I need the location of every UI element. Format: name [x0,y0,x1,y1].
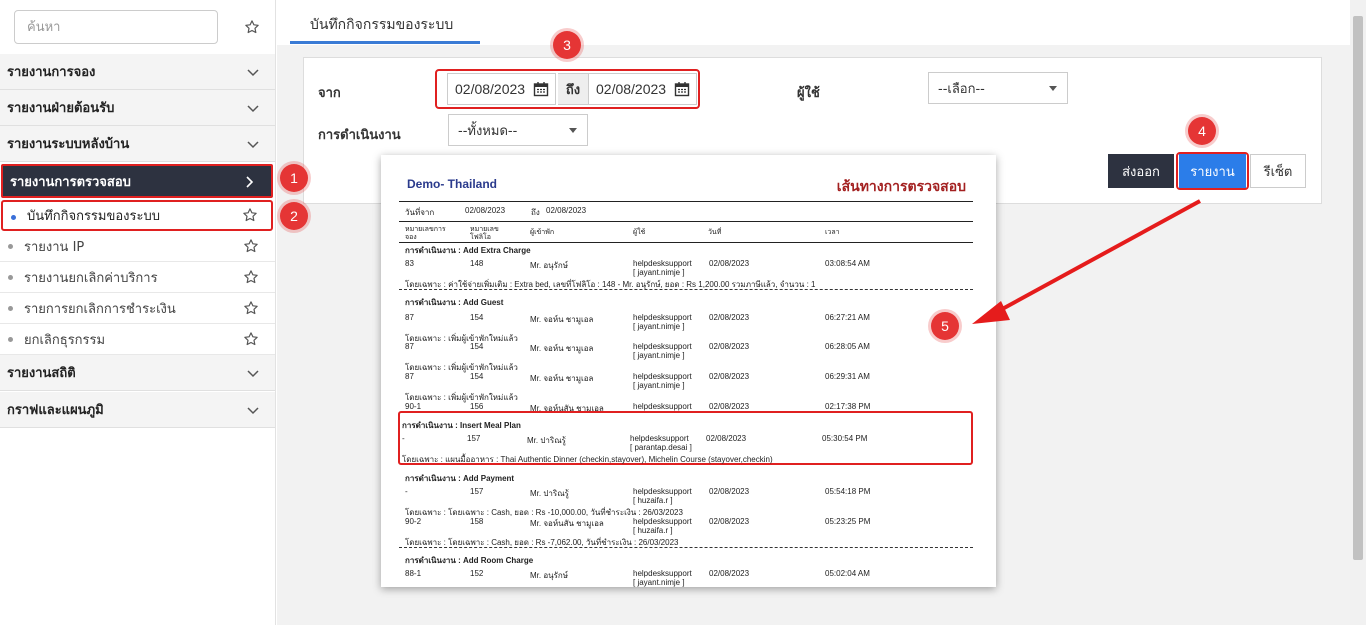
step-badge-3: 3 [553,31,581,59]
step-badge-1: 1 [280,164,308,192]
step-badge-5: 5 [931,312,959,340]
step-badge-4: 4 [1188,117,1216,145]
step-badge-2: 2 [280,202,308,230]
arrow-annotation [972,199,1201,324]
